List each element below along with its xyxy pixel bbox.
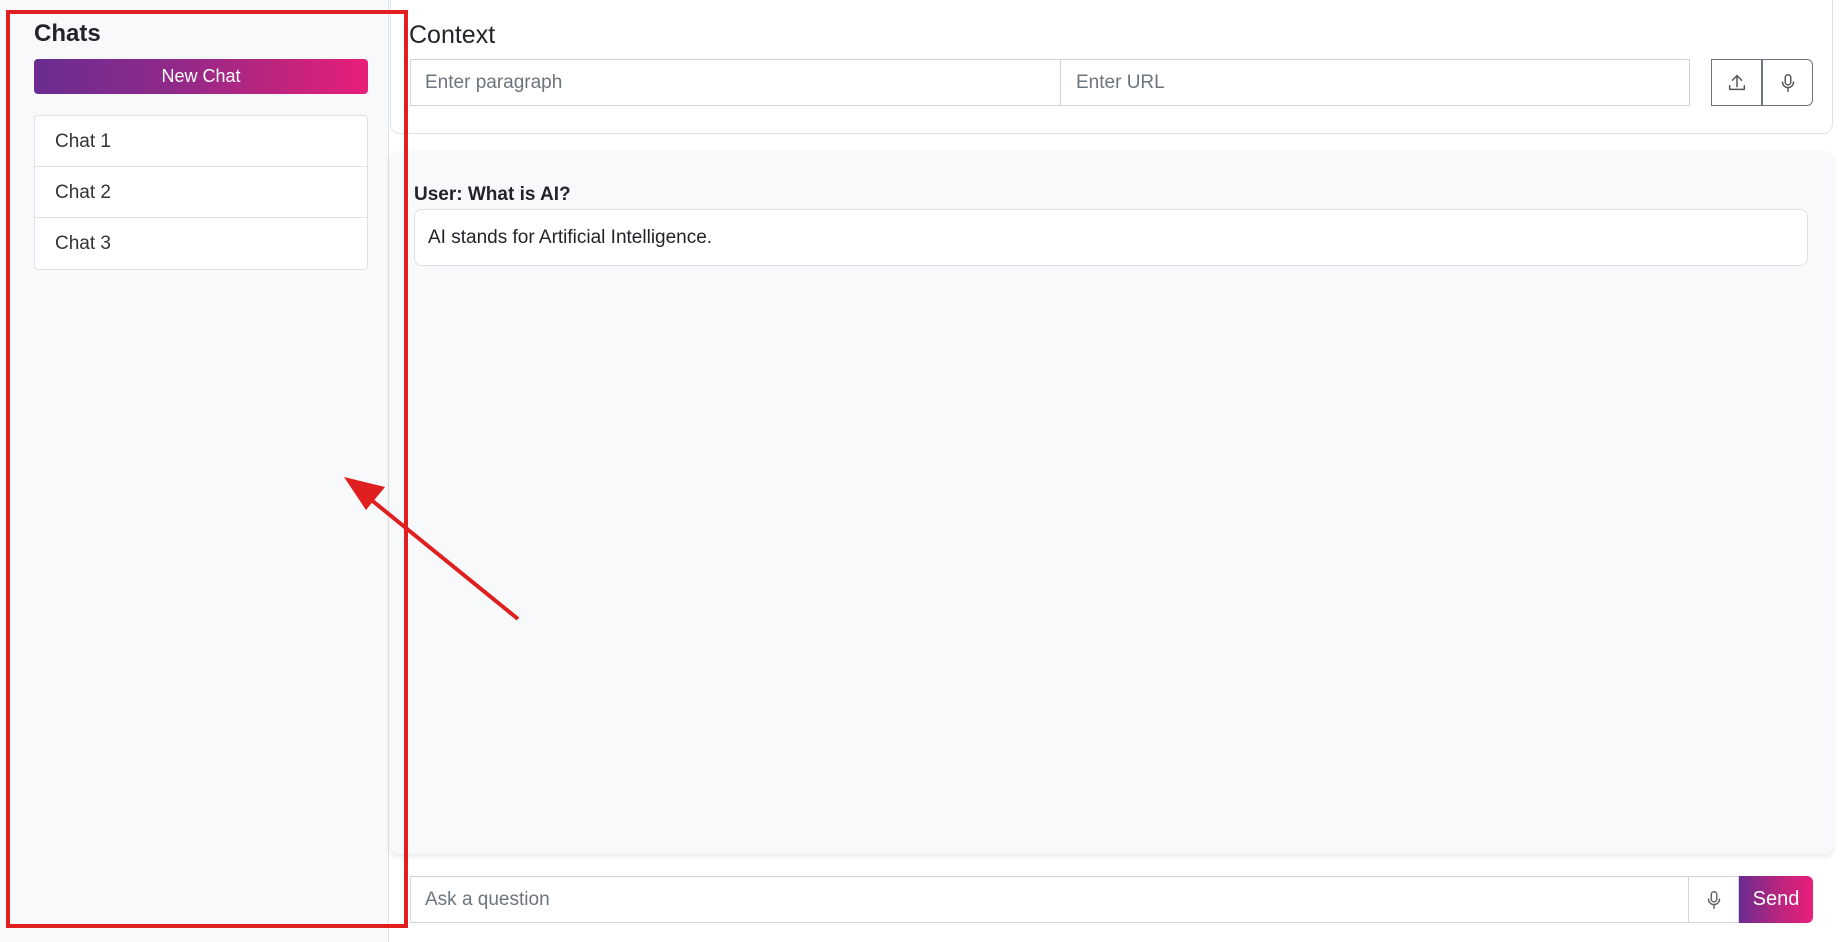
ai-response: AI stands for Artificial Intelligence. — [414, 209, 1808, 266]
sidebar-title: Chats — [34, 20, 101, 47]
url-input[interactable] — [1062, 60, 1689, 105]
chat-list-item[interactable]: Chat 2 — [35, 167, 367, 218]
new-chat-button[interactable]: New Chat — [34, 59, 368, 94]
microphone-icon — [1781, 73, 1794, 92]
upload-button[interactable] — [1711, 59, 1762, 106]
question-input[interactable] — [411, 877, 1688, 922]
context-mic-button[interactable] — [1762, 59, 1813, 106]
microphone-icon — [1707, 890, 1720, 909]
composer-group — [410, 876, 1689, 923]
context-input-group — [410, 59, 1690, 106]
context-title: Context — [409, 21, 496, 49]
chat-list-item[interactable]: Chat 1 — [35, 116, 367, 167]
send-button[interactable]: Send — [1739, 876, 1813, 923]
user-message: User: What is AI? — [414, 184, 571, 205]
chat-list: Chat 1 Chat 2 Chat 3 — [34, 115, 368, 270]
paragraph-input[interactable] — [411, 60, 1061, 105]
chat-list-item[interactable]: Chat 3 — [35, 218, 367, 269]
upload-icon — [1728, 74, 1745, 90]
chat-sidebar: Chats New Chat Chat 1 Chat 2 Chat 3 — [0, 0, 389, 942]
composer-mic-button[interactable] — [1688, 876, 1739, 923]
